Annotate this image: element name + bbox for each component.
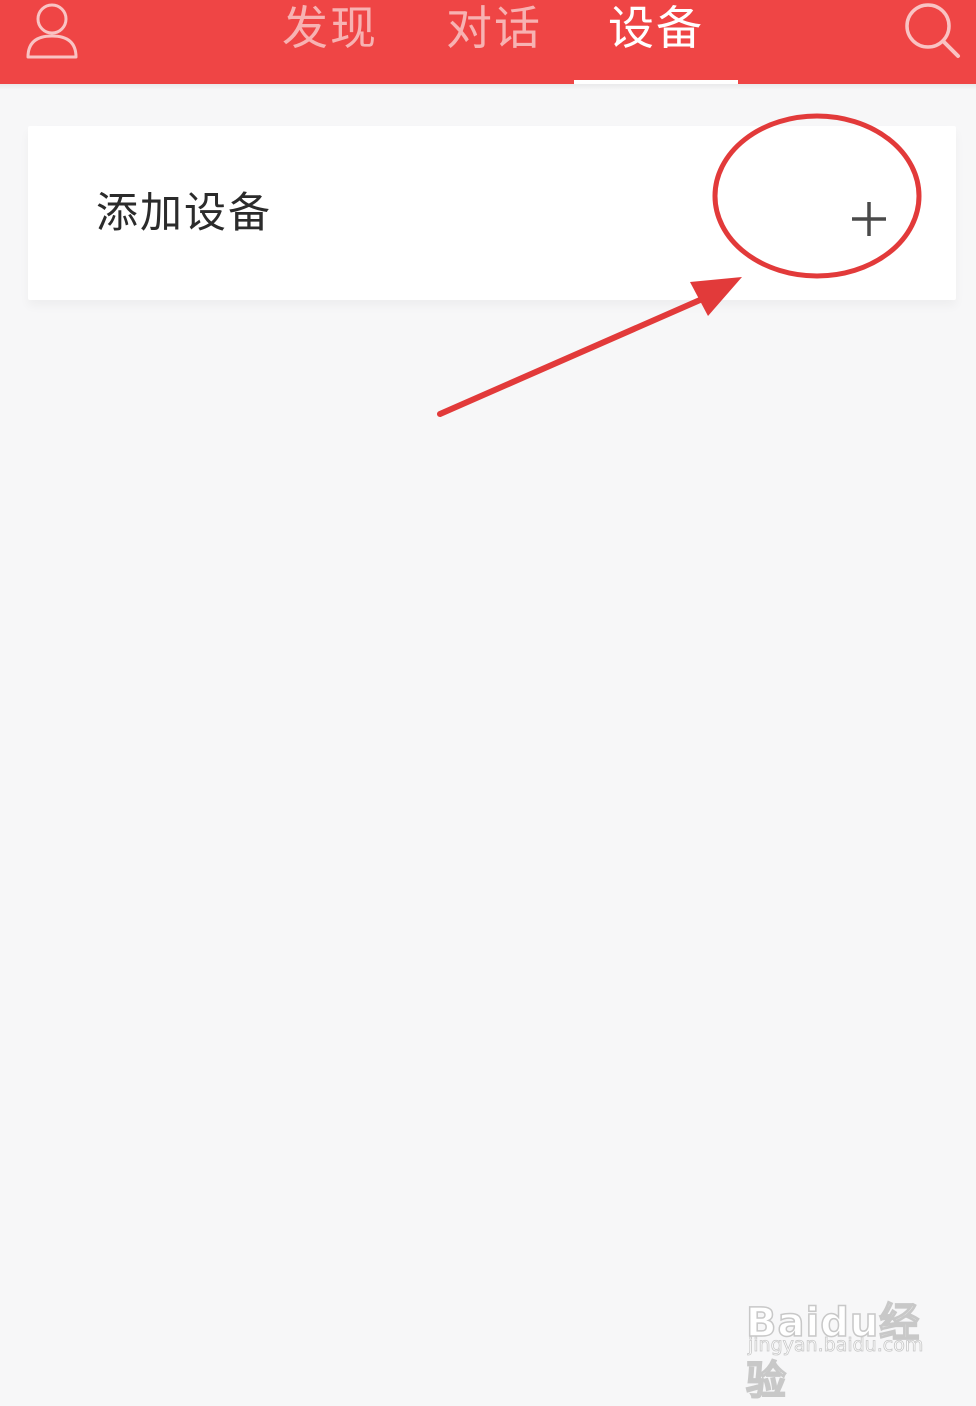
plus-icon[interactable] (846, 196, 892, 242)
add-device-label: 添加设备 (96, 188, 273, 237)
watermark-url: jingyan.baidu.com (748, 1334, 924, 1357)
baidu-watermark: Baidu经验 jingyan.baidu.com (745, 1272, 936, 1405)
user-profile-icon[interactable] (22, 0, 82, 62)
tab-devices[interactable]: 设备 (596, 0, 716, 84)
tab-discover[interactable]: 发现 (270, 0, 390, 84)
tab-chat[interactable]: 对话 (434, 0, 554, 84)
top-navigation-bar: 发现 对话 设备 (0, 0, 976, 85)
search-icon[interactable] (900, 0, 964, 62)
header-shadow (0, 84, 976, 90)
add-device-card[interactable]: 添加设备 (28, 126, 956, 300)
